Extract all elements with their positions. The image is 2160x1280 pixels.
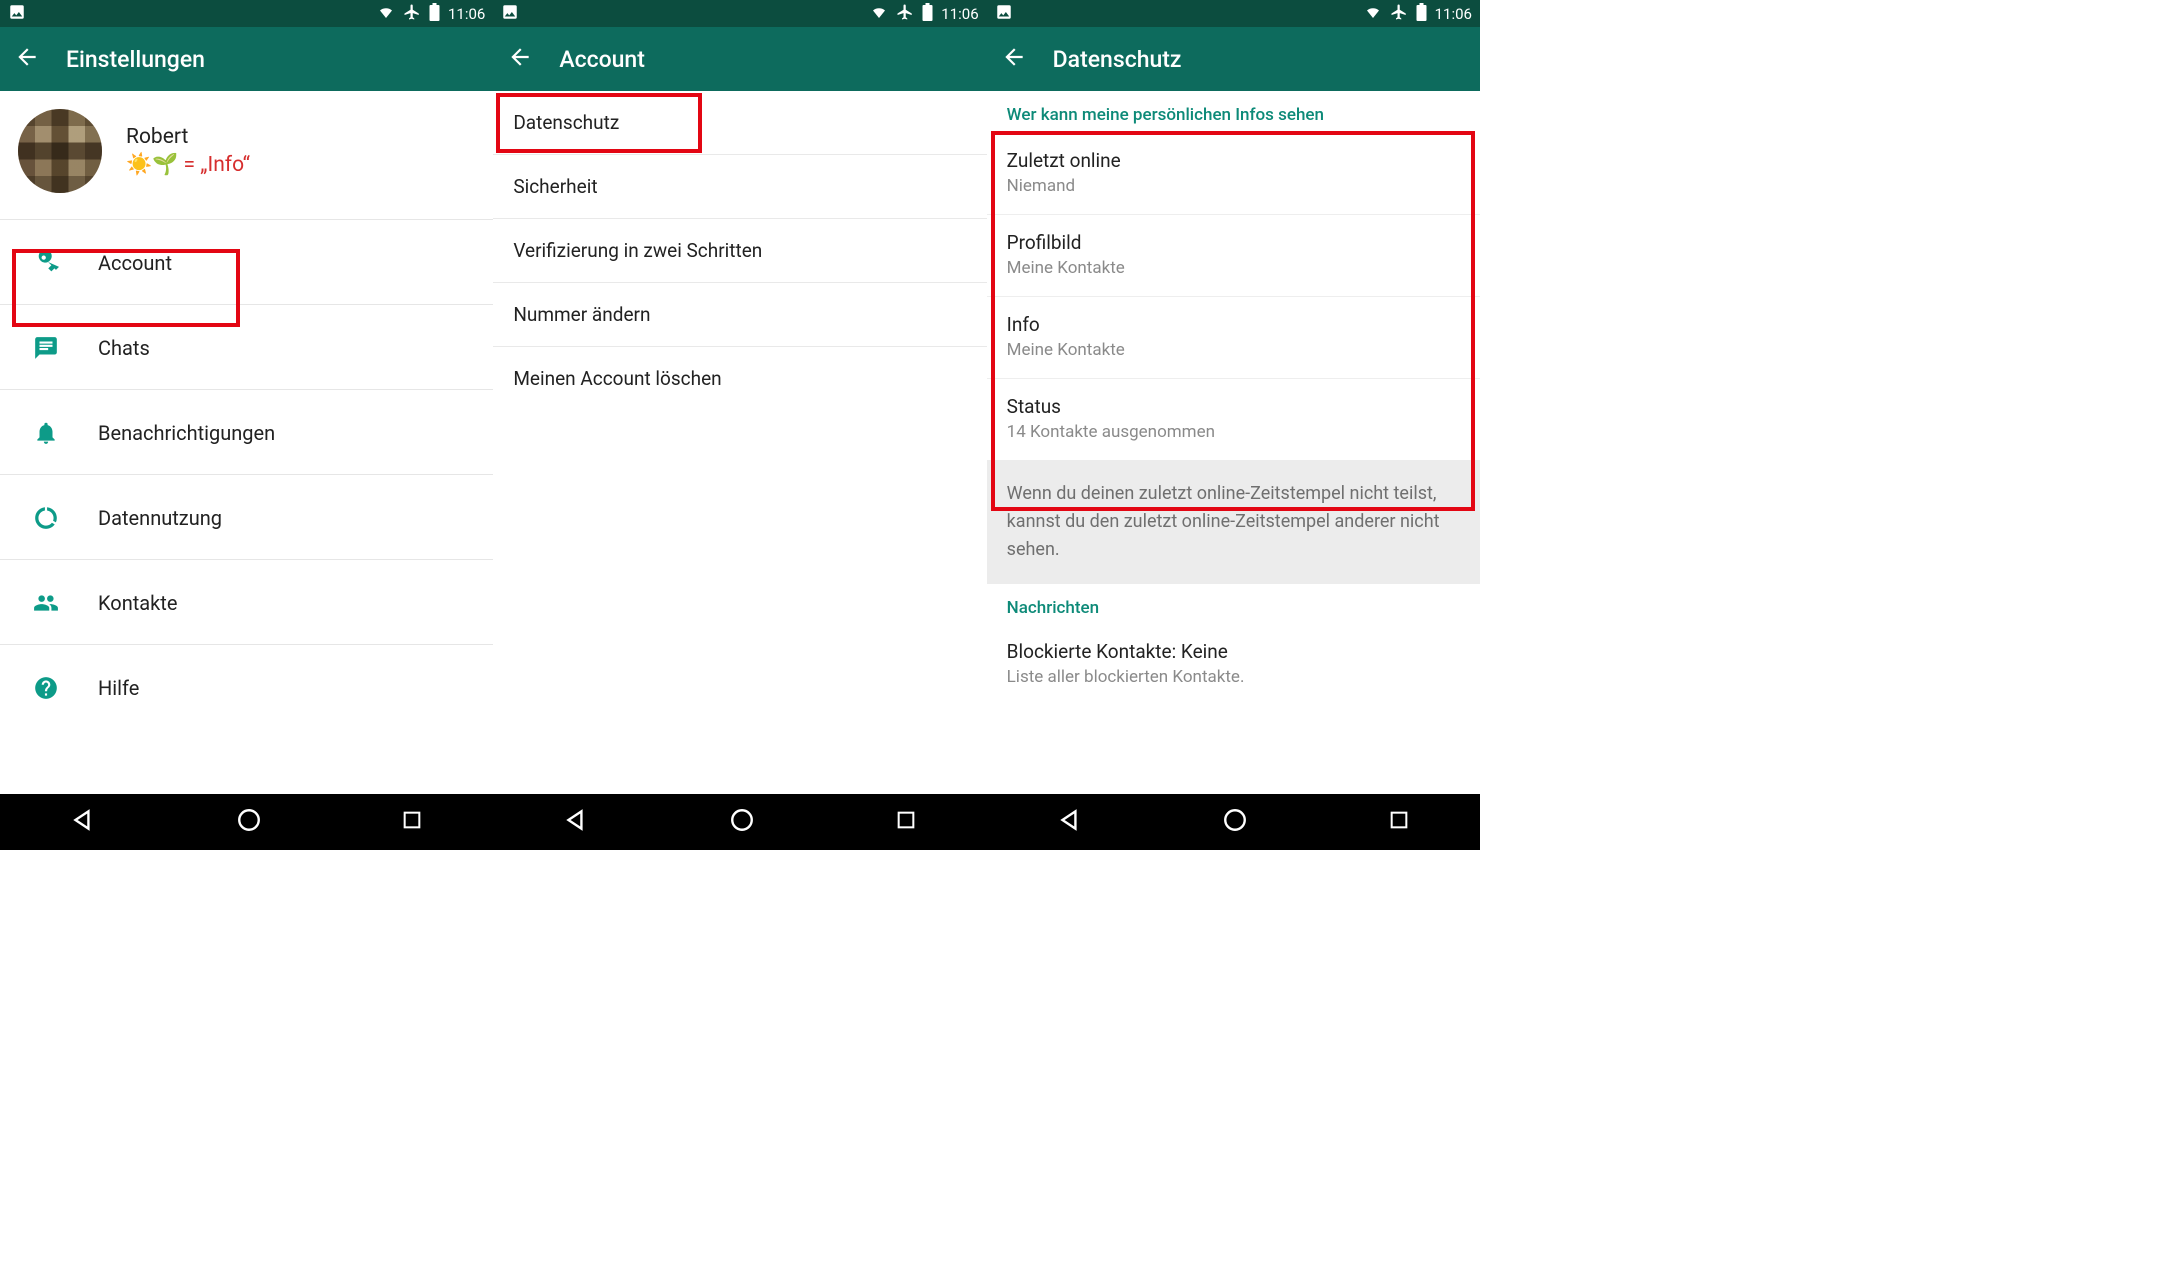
battery-icon [922,3,933,25]
profile-row[interactable]: Robert ☀️🌱 = „Info“ [0,91,493,219]
phone-screen-settings: 11:06 Einstellungen Robert ☀️🌱 = „Info“ … [0,0,493,850]
phone-screen-account: 11:06 Account Datenschutz Sicherheit Ver… [493,0,986,850]
blocked-subtitle: Liste aller blockierten Kontakte. [1007,667,1460,687]
airplane-icon [896,3,914,25]
info-text: Wenn du deinen zuletzt online-Zeitstempe… [987,460,1480,584]
content-area: Datenschutz Sicherheit Verifizierung in … [493,91,986,794]
nav-bar [493,794,986,850]
menu-item-help[interactable]: Hilfe [0,645,493,729]
list-item-sicherheit[interactable]: Sicherheit [493,155,986,219]
blocked-contacts-item[interactable]: Blockierte Kontakte: Keine Liste aller b… [987,626,1480,705]
menu-item-account[interactable]: Account [0,220,493,304]
menu-label: Chats [98,336,150,360]
app-bar: Einstellungen [0,27,493,91]
help-icon [32,674,60,702]
status-bar: 11:06 [493,0,986,27]
nav-back-icon[interactable] [563,807,589,837]
data-usage-icon [32,504,60,532]
nav-bar [987,794,1480,850]
status-bar: 11:06 [0,0,493,27]
list-label: Meinen Account löschen [513,367,721,390]
image-icon [995,3,1013,25]
section-header-personal-info: Wer kann meine persönlichen Infos sehen [987,91,1480,133]
privacy-title: Info [1007,313,1460,336]
privacy-item-profile-photo[interactable]: Profilbild Meine Kontakte [987,215,1480,297]
profile-name: Robert [126,125,250,149]
profile-status: ☀️🌱 = „Info“ [126,153,250,177]
key-icon [32,249,60,277]
list-label: Nummer ändern [513,303,650,326]
bell-icon [32,419,60,447]
menu-item-chats[interactable]: Chats [0,305,493,389]
list-label: Verifizierung in zwei Schritten [513,239,762,262]
nav-recent-icon[interactable] [895,809,917,835]
list-item-delete-account[interactable]: Meinen Account löschen [493,347,986,410]
battery-icon [429,3,440,25]
privacy-title: Zuletzt online [1007,149,1460,172]
list-item-2fa[interactable]: Verifizierung in zwei Schritten [493,219,986,283]
contacts-icon [32,589,60,617]
menu-item-data-usage[interactable]: Datennutzung [0,475,493,559]
app-bar: Datenschutz [987,27,1480,91]
menu-label: Account [98,251,172,275]
clock-time: 11:06 [1435,5,1472,23]
nav-home-icon[interactable] [729,807,755,837]
back-button[interactable] [1001,44,1027,74]
back-button[interactable] [507,44,533,74]
nav-back-icon[interactable] [70,807,96,837]
app-bar: Account [493,27,986,91]
privacy-item-last-seen[interactable]: Zuletzt online Niemand [987,133,1480,215]
menu-item-notifications[interactable]: Benachrichtigungen [0,390,493,474]
privacy-item-info[interactable]: Info Meine Kontakte [987,297,1480,379]
privacy-value: 14 Kontakte ausgenommen [1007,422,1460,442]
image-icon [501,3,519,25]
airplane-icon [1390,3,1408,25]
content-area: Wer kann meine persönlichen Infos sehen … [987,91,1480,794]
chat-icon [32,334,60,362]
page-title: Einstellungen [66,46,205,73]
menu-item-contacts[interactable]: Kontakte [0,560,493,644]
nav-back-icon[interactable] [1057,807,1083,837]
list-item-datenschutz[interactable]: Datenschutz [493,91,986,155]
list-item-change-number[interactable]: Nummer ändern [493,283,986,347]
status-bar: 11:06 [987,0,1480,27]
nav-home-icon[interactable] [236,807,262,837]
content-area: Robert ☀️🌱 = „Info“ Account Chats Benach… [0,91,493,794]
section-header-messages: Nachrichten [987,584,1480,626]
privacy-title: Profilbild [1007,231,1460,254]
menu-label: Kontakte [98,591,177,615]
privacy-item-status[interactable]: Status 14 Kontakte ausgenommen [987,379,1480,460]
menu-label: Hilfe [98,676,139,700]
page-title: Datenschutz [1053,46,1182,73]
nav-recent-icon[interactable] [1388,809,1410,835]
menu-label: Datennutzung [98,506,222,530]
privacy-value: Niemand [1007,176,1460,196]
menu-label: Benachrichtigungen [98,421,275,445]
nav-home-icon[interactable] [1222,807,1248,837]
privacy-title: Status [1007,395,1460,418]
nav-recent-icon[interactable] [401,809,423,835]
airplane-icon [403,3,421,25]
avatar [18,109,102,193]
list-label: Datenschutz [513,111,619,134]
nav-bar [0,794,493,850]
image-icon [8,3,26,25]
back-button[interactable] [14,44,40,74]
phone-screen-privacy: 11:06 Datenschutz Wer kann meine persönl… [987,0,1480,850]
wifi-icon [870,3,888,25]
wifi-icon [377,3,395,25]
clock-time: 11:06 [448,5,485,23]
blocked-title: Blockierte Kontakte: Keine [1007,640,1460,663]
page-title: Account [559,46,645,73]
privacy-value: Meine Kontakte [1007,258,1460,278]
privacy-value: Meine Kontakte [1007,340,1460,360]
battery-icon [1416,3,1427,25]
wifi-icon [1364,3,1382,25]
clock-time: 11:06 [941,5,978,23]
list-label: Sicherheit [513,175,597,198]
